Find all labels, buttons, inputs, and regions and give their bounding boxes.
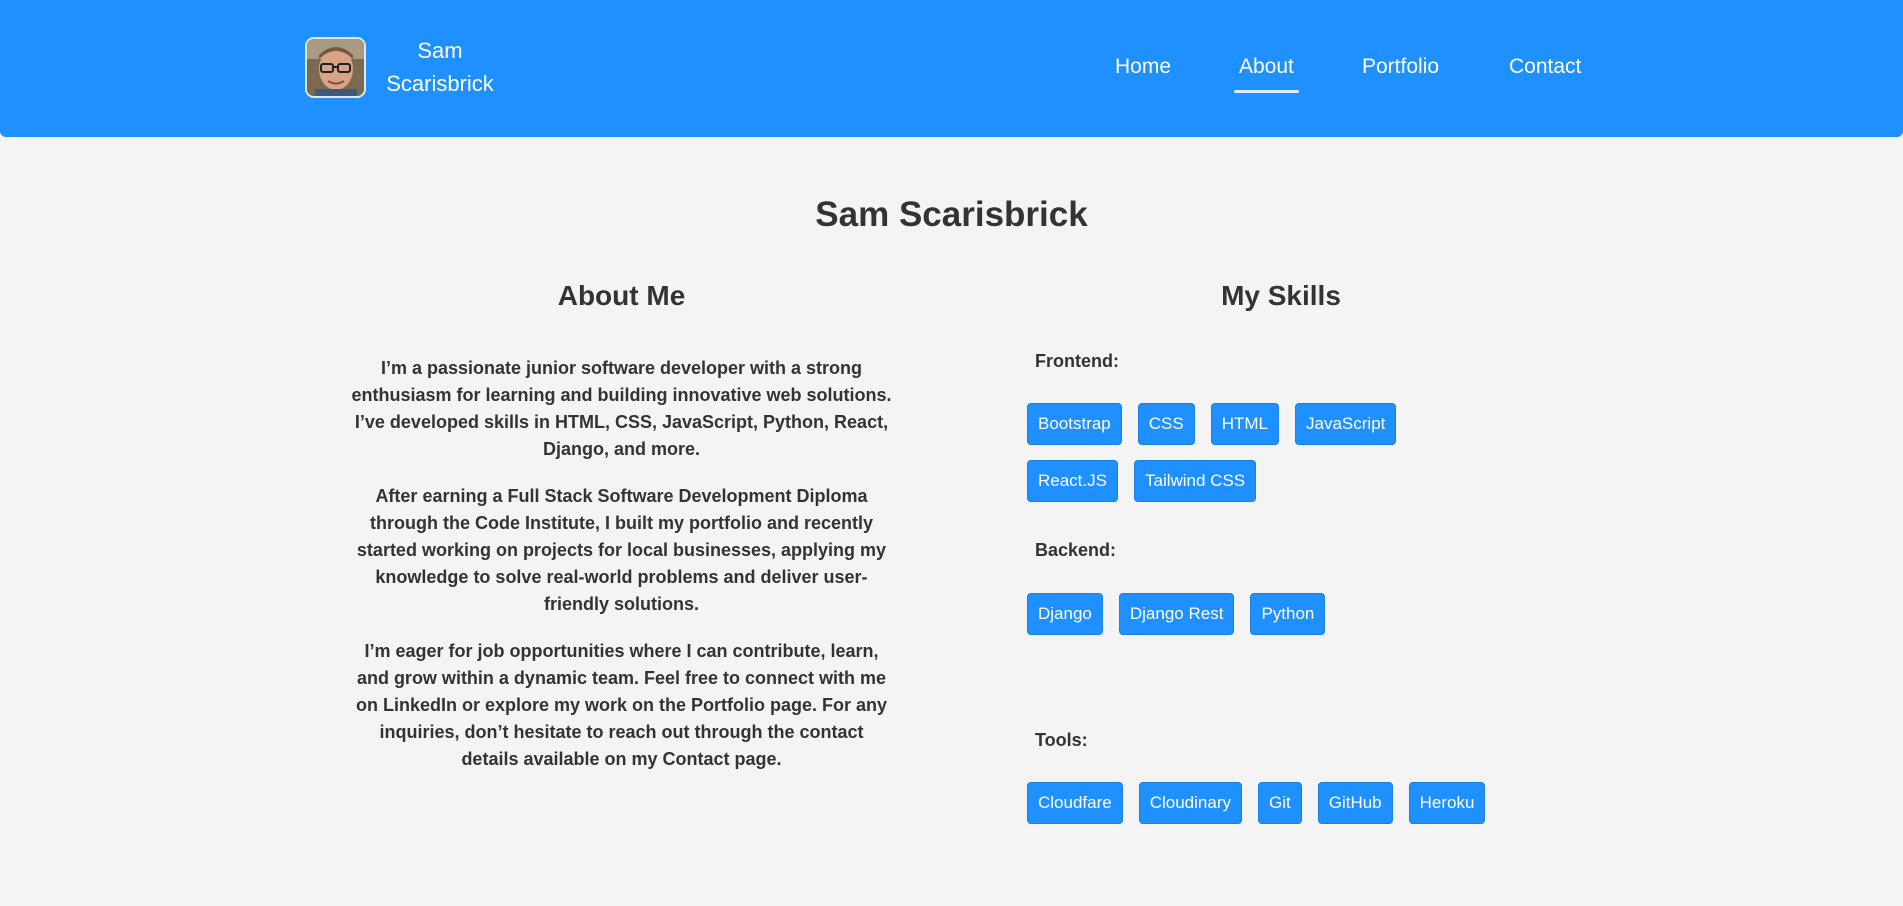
about-paragraph-1: I’m a passionate junior software develop…: [351, 358, 892, 459]
skill-chip: Cloudfare: [1027, 782, 1123, 824]
brand-name[interactable]: Sam Scarisbrick: [370, 34, 510, 100]
skill-chip: CSS: [1137, 403, 1195, 445]
skill-chip: Tailwind CSS: [1133, 460, 1257, 502]
skill-chip: JavaScript: [1295, 403, 1397, 445]
nav-contact[interactable]: Contact: [1509, 54, 1581, 80]
about-paragraph-3: I’m eager for job opportunities where I …: [355, 641, 888, 769]
brand-first-name: Sam: [417, 38, 463, 63]
brand-last-name: Scarisbrick: [386, 71, 494, 96]
nav-portfolio[interactable]: Portfolio: [1362, 54, 1439, 80]
skills-heading: My Skills: [1221, 280, 1341, 311]
about-text: I’m a passionate junior software develop…: [350, 355, 893, 793]
nav-about[interactable]: About: [1234, 54, 1299, 93]
skill-chip: Django: [1027, 593, 1103, 635]
about-heading: About Me: [557, 280, 686, 311]
skill-chip: React.JS: [1027, 460, 1118, 502]
skill-group-label-backend: Backend:: [1035, 540, 1117, 560]
skill-group-label-tools: Tools:: [1035, 730, 1088, 750]
skill-chip: Bootstrap: [1027, 403, 1122, 445]
skill-chip: Python: [1250, 593, 1326, 635]
skill-group-backend: Django Django Rest Python: [1027, 593, 1497, 635]
avatar[interactable]: [305, 37, 366, 98]
page-title: Sam Scarisbrick: [815, 195, 1088, 234]
profile-photo: [307, 39, 364, 96]
skill-group-frontend: Bootstrap CSS HTML JavaScript React.JS T…: [1027, 403, 1497, 502]
nav-home[interactable]: Home: [1115, 54, 1171, 80]
navbar: Sam Scarisbrick Home About Portfolio Con…: [0, 0, 1903, 137]
skill-group-label-frontend: Frontend:: [1035, 351, 1119, 371]
skill-chip: Django Rest: [1118, 593, 1235, 635]
about-paragraph-2: After earning a Full Stack Software Deve…: [356, 486, 887, 614]
skill-chip: HTML: [1210, 403, 1280, 445]
skill-chip: Cloudinary: [1138, 782, 1242, 824]
skill-chip: Heroku: [1408, 782, 1486, 824]
skill-chip: Git: [1257, 782, 1302, 824]
skill-chip: GitHub: [1317, 782, 1393, 824]
skill-group-tools: Cloudfare Cloudinary Git GitHub Heroku: [1027, 782, 1497, 824]
